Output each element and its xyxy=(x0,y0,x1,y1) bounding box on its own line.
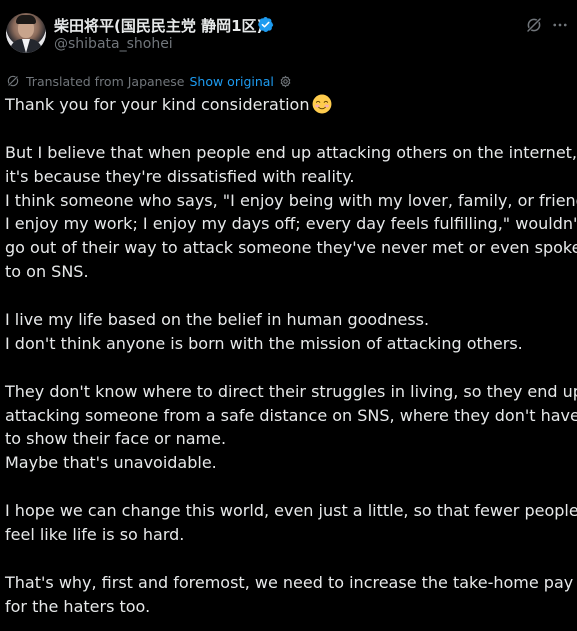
tweet-line: I enjoy my work; I enjoy my days off; ev… xyxy=(5,214,577,234)
gear-icon[interactable] xyxy=(279,75,292,88)
tweet-line: to show their face or name. xyxy=(5,429,227,449)
translate-icon xyxy=(7,75,19,87)
tweet-line: That's why, first and foremost, we need … xyxy=(5,572,574,592)
tweet-line: But I believe that when people end up at… xyxy=(5,142,577,162)
show-original-link[interactable]: Show original xyxy=(189,74,273,89)
verified-badge-icon xyxy=(258,17,274,32)
tweet-paragraphs: But I believe that when people end up at… xyxy=(5,117,577,619)
grok-icon[interactable] xyxy=(525,16,543,34)
translation-label: Translated from Japanese xyxy=(26,73,185,89)
tweet-line: to on SNS. xyxy=(5,262,89,282)
tweet-line: I don't think anyone is born with the mi… xyxy=(5,333,523,353)
smiling-face-emoji-icon xyxy=(313,94,332,114)
tweet-line: attacking someone from a safe distance o… xyxy=(5,405,577,425)
author-avatar[interactable] xyxy=(6,13,46,53)
tweet-line: for the haters too. xyxy=(5,596,151,616)
tweet-first-line: Thank you for your kind consideration xyxy=(5,93,571,117)
avatar-hair xyxy=(16,15,36,24)
tweet-line: I live my life based on the belief in hu… xyxy=(5,310,430,330)
tweet-line: go out of their way to attack someone th… xyxy=(5,238,577,258)
tweet-text: Thank you for your kind consideration Bu… xyxy=(5,93,577,619)
translation-bar: Translated from Japanese Show original xyxy=(6,73,292,89)
author-display-name[interactable]: 柴田将平(国民民主党 静岡1区) xyxy=(54,15,263,36)
author-handle[interactable]: @shibata_shohei xyxy=(54,36,173,52)
tweet-line: it's because they're dissatisfied with r… xyxy=(5,166,355,186)
more-options-icon[interactable] xyxy=(551,16,569,34)
tweet-line: They don't know where to direct their st… xyxy=(5,381,577,401)
tweet-line: I think someone who says, "I enjoy being… xyxy=(5,190,577,210)
tweet-first-line-text: Thank you for your kind consideration xyxy=(5,95,310,114)
tweet-line: Maybe that's unavoidable. xyxy=(5,453,217,473)
tweet-line: I hope we can change this world, even ju… xyxy=(5,501,577,521)
tweet-line: feel like life is so hard. xyxy=(5,525,185,545)
